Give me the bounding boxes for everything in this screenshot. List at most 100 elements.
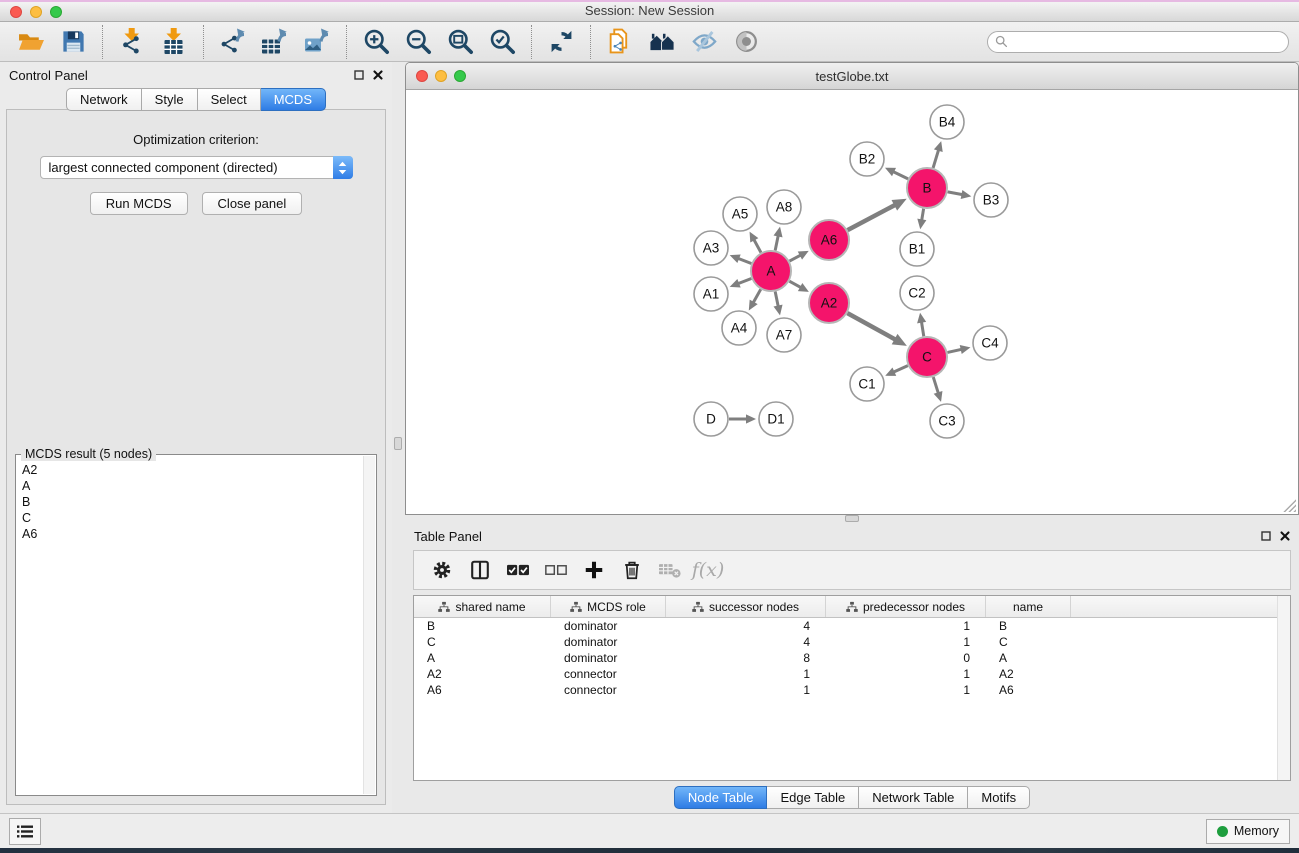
table-row[interactable]: A6connector11A6 bbox=[414, 682, 1290, 698]
graph-edge-C-C4[interactable] bbox=[947, 349, 961, 352]
horizontal-splitter-handle[interactable] bbox=[845, 515, 859, 522]
graph-edge-B-B4[interactable] bbox=[933, 150, 938, 168]
vertical-splitter-handle[interactable] bbox=[394, 437, 402, 450]
zoom-fit-icon[interactable] bbox=[439, 26, 481, 58]
task-history-button[interactable] bbox=[9, 818, 41, 845]
graph-node-label-A4: A4 bbox=[731, 321, 748, 336]
graph-edge-A-A2[interactable] bbox=[789, 281, 801, 287]
graph-edge-A6-B[interactable] bbox=[848, 205, 896, 230]
result-list-scrollbar[interactable] bbox=[363, 456, 375, 794]
export-table-icon[interactable] bbox=[254, 26, 296, 58]
save-session-icon[interactable] bbox=[52, 26, 94, 58]
zoom-selected-icon[interactable] bbox=[481, 26, 523, 58]
graph-edge-arrowhead bbox=[917, 219, 926, 230]
zoom-in-icon[interactable] bbox=[355, 26, 397, 58]
network-minimize-icon[interactable] bbox=[435, 70, 447, 82]
float-table-panel-icon[interactable] bbox=[1261, 531, 1271, 541]
delete-column-icon[interactable] bbox=[613, 555, 651, 585]
network-maximize-icon[interactable] bbox=[454, 70, 466, 82]
close-window-icon[interactable] bbox=[10, 6, 22, 18]
column-header-shared-name[interactable]: shared name bbox=[414, 596, 551, 617]
graph-edge-A2-C[interactable] bbox=[847, 313, 895, 339]
graph-edge-B-B2[interactable] bbox=[893, 172, 908, 179]
search-icon bbox=[995, 35, 1008, 48]
network-close-icon[interactable] bbox=[416, 70, 428, 82]
tab-edge-table[interactable]: Edge Table bbox=[767, 786, 859, 809]
home-icon[interactable] bbox=[641, 26, 683, 58]
network-canvas[interactable]: B4B2BB3A5A8A6A3B1AA1C2A2A4A7C4CC1C3DD1 bbox=[406, 90, 1298, 514]
mcds-result-item[interactable]: B bbox=[22, 494, 362, 510]
table-cell: 8 bbox=[666, 651, 826, 665]
criterion-dropdown[interactable]: largest connected component (directed) bbox=[40, 156, 353, 179]
graph-edge-B-B3[interactable] bbox=[948, 192, 963, 195]
graph-edge-arrowhead bbox=[934, 391, 943, 402]
graph-node-label-C3: C3 bbox=[938, 414, 955, 429]
import-network-icon[interactable] bbox=[111, 26, 153, 58]
graph-edge-A-A3[interactable] bbox=[738, 258, 751, 263]
table-row[interactable]: Bdominator41B bbox=[414, 618, 1290, 634]
table-row[interactable]: A2connector11A2 bbox=[414, 666, 1290, 682]
mcds-result-item[interactable]: A2 bbox=[22, 462, 362, 478]
add-column-icon[interactable] bbox=[575, 555, 613, 585]
graph-edge-C-C3[interactable] bbox=[933, 377, 938, 393]
mcds-result-item[interactable]: C bbox=[22, 510, 362, 526]
table-scrollbar[interactable] bbox=[1277, 596, 1290, 780]
graph-edge-A-A4[interactable] bbox=[753, 289, 761, 302]
run-mcds-button[interactable]: Run MCDS bbox=[90, 192, 188, 215]
memory-label: Memory bbox=[1234, 824, 1279, 838]
open-session-icon[interactable] bbox=[10, 26, 52, 58]
clone-network-icon[interactable] bbox=[599, 26, 641, 58]
hide-details-icon[interactable] bbox=[683, 26, 725, 58]
column-header-MCDS-role[interactable]: MCDS role bbox=[551, 596, 666, 617]
zoom-out-icon[interactable] bbox=[397, 26, 439, 58]
columns-icon[interactable] bbox=[461, 555, 499, 585]
graph-edge-A-A5[interactable] bbox=[754, 239, 761, 252]
tab-select[interactable]: Select bbox=[198, 88, 261, 111]
memory-button[interactable]: Memory bbox=[1206, 819, 1290, 844]
graph-edge-C-C2[interactable] bbox=[921, 322, 923, 337]
minimize-window-icon[interactable] bbox=[30, 6, 42, 18]
column-header-name[interactable]: name bbox=[986, 596, 1071, 617]
tab-mcds[interactable]: MCDS bbox=[261, 88, 326, 111]
close-table-panel-icon[interactable] bbox=[1280, 531, 1290, 541]
table-row[interactable]: Cdominator41C bbox=[414, 634, 1290, 650]
graph-edge-A-A6[interactable] bbox=[790, 255, 801, 261]
graph-edge-B-B1[interactable] bbox=[922, 209, 924, 221]
gear-icon[interactable] bbox=[423, 555, 461, 585]
graph-edge-C-C1[interactable] bbox=[893, 366, 907, 372]
table-cell: connector bbox=[551, 683, 666, 697]
graph-edge-A-A8[interactable] bbox=[775, 235, 778, 250]
table-panel-title: Table Panel bbox=[414, 529, 482, 544]
refresh-icon[interactable] bbox=[540, 26, 582, 58]
tab-motifs[interactable]: Motifs bbox=[968, 786, 1030, 809]
shared-column-icon bbox=[438, 601, 450, 613]
graph-edge-A-A1[interactable] bbox=[738, 279, 751, 284]
graph-edge-A-A7[interactable] bbox=[775, 292, 778, 307]
graph-node-label-A2: A2 bbox=[821, 296, 838, 311]
mcds-result-item[interactable]: A bbox=[22, 478, 362, 494]
graph-edge-arrowhead bbox=[960, 345, 971, 354]
tab-network[interactable]: Network bbox=[66, 88, 142, 111]
mcds-result-item[interactable]: A6 bbox=[22, 526, 362, 542]
close-panel-button[interactable]: Close panel bbox=[202, 192, 303, 215]
show-details-icon[interactable] bbox=[725, 26, 767, 58]
column-header-predecessor-nodes[interactable]: predecessor nodes bbox=[826, 596, 986, 617]
column-header-successor-nodes[interactable]: successor nodes bbox=[666, 596, 826, 617]
mcds-result-list: A2ABCA6 bbox=[16, 455, 376, 542]
tab-style[interactable]: Style bbox=[142, 88, 198, 111]
export-network-icon[interactable] bbox=[212, 26, 254, 58]
search-input[interactable] bbox=[1008, 35, 1288, 49]
tab-network-table[interactable]: Network Table bbox=[859, 786, 968, 809]
maximize-window-icon[interactable] bbox=[50, 6, 62, 18]
float-panel-icon[interactable] bbox=[354, 70, 364, 80]
optimization-criterion-label: Optimization criterion: bbox=[133, 132, 259, 147]
desktop-wallpaper-strip bbox=[0, 848, 1299, 853]
search-box[interactable] bbox=[987, 31, 1289, 53]
tab-node-table[interactable]: Node Table bbox=[674, 786, 768, 809]
table-row[interactable]: Adominator80A bbox=[414, 650, 1290, 666]
import-table-icon[interactable] bbox=[153, 26, 195, 58]
select-all-icon[interactable] bbox=[499, 555, 537, 585]
deselect-all-icon[interactable] bbox=[537, 555, 575, 585]
export-image-icon[interactable] bbox=[296, 26, 338, 58]
close-panel-icon[interactable] bbox=[373, 70, 383, 80]
